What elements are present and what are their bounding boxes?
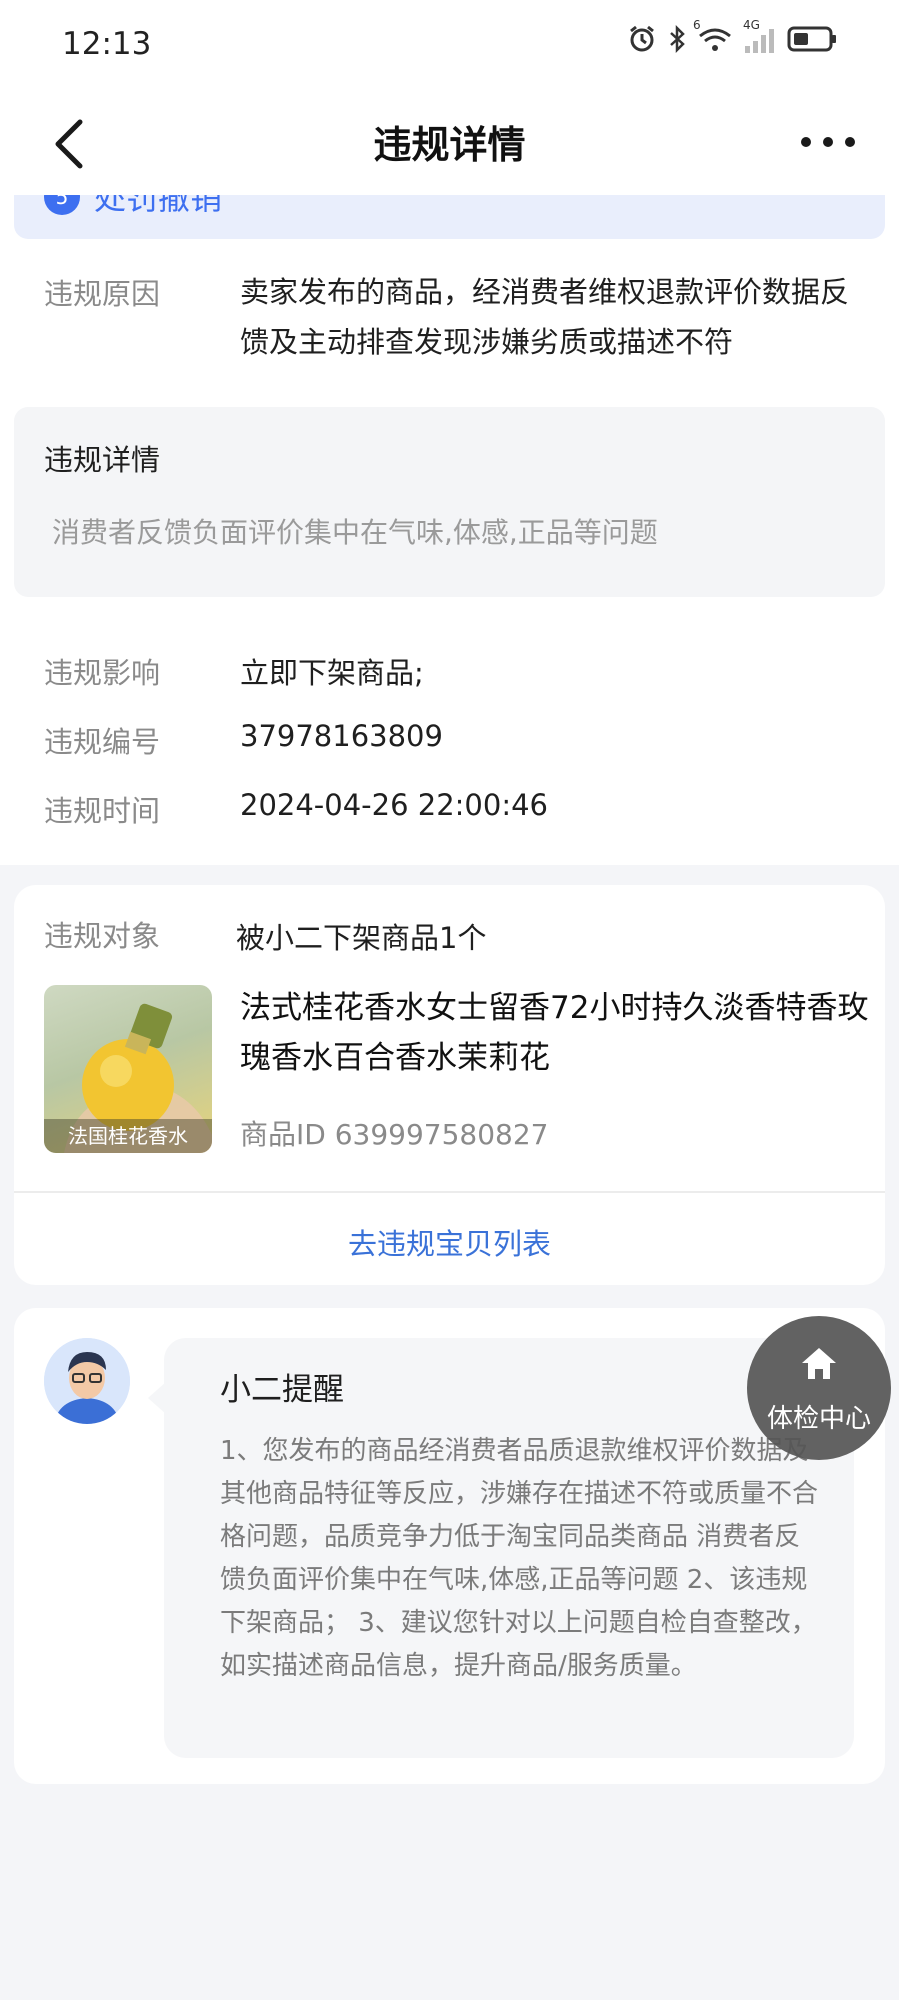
health-check-label: 体检中心 — [766, 1404, 871, 1434]
wifi-label: 6 — [693, 18, 701, 32]
more-button[interactable] — [793, 120, 863, 164]
nav-bar: 违规详情 — [0, 90, 899, 195]
reminder-title: 小二提醒 — [220, 1372, 344, 1408]
object-count: 被小二下架商品1个 — [236, 921, 487, 955]
product-id: 商品ID 639997580827 — [240, 1118, 549, 1151]
thumbnail-caption: 法国桂花香水 — [44, 1119, 212, 1153]
signal-icon: 4G — [743, 18, 777, 54]
status-bar: 12:13 6 4G — [0, 0, 899, 90]
network-label: 4G — [743, 18, 760, 32]
home-icon — [802, 1348, 836, 1379]
product-thumbnail[interactable]: 法国桂花香水 — [44, 985, 212, 1153]
assistant-avatar-icon — [44, 1338, 130, 1424]
violation-detail-box: 违规详情 消费者反馈负面评价集中在气味,体感,正品等问题 — [14, 407, 885, 597]
object-label: 违规对象 — [44, 919, 161, 953]
violation-id-label: 违规编号 — [44, 725, 161, 759]
status-icons: 6 4G — [627, 18, 837, 54]
reason-label: 违规原因 — [44, 277, 161, 311]
product-title[interactable]: 法式桂花香水女士留香72小时持久淡香特香玫瑰香水百合香水茉莉花 — [240, 983, 870, 1083]
status-time: 12:13 — [62, 26, 152, 62]
impact-label: 违规影响 — [44, 656, 161, 690]
step-icon: 5 — [44, 195, 80, 215]
violation-time-value: 2024-04-26 22:00:46 — [240, 788, 548, 822]
page-title: 违规详情 — [373, 123, 526, 167]
penalty-cancel-banner: 5 处罚撤销 — [14, 195, 885, 239]
bluetooth-icon — [670, 24, 685, 54]
reason-value: 卖家发布的商品，经消费者维权退款评价数据反馈及主动排查发现涉嫌劣质或描述不符 — [240, 275, 850, 359]
violation-object-card: 违规对象 被小二下架商品1个 法国桂花香水 法式桂花香水女士留香72小时持久淡香… — [14, 885, 885, 1285]
impact-value: 立即下架商品; — [240, 656, 424, 690]
health-check-center-button[interactable]: 体检中心 — [747, 1316, 891, 1460]
avatar — [44, 1338, 130, 1424]
reminder-text: 1、您发布的商品经消费者品质退款维权评价数据及其他商品特征等反应，涉嫌存在描述不… — [220, 1436, 819, 1681]
wifi-icon: 6 — [693, 18, 733, 54]
penalty-cancel-label: 处罚撤销 — [94, 195, 223, 217]
divider — [14, 1191, 885, 1193]
violation-id-value: 37978163809 — [240, 719, 443, 753]
alarm-icon — [630, 25, 654, 52]
detail-title: 违规详情 — [44, 443, 161, 477]
more-icon — [801, 137, 855, 147]
violation-time-label: 违规时间 — [44, 794, 161, 828]
battery-icon — [787, 26, 836, 52]
violation-info-card: 5 处罚撤销 违规原因 卖家发布的商品，经消费者维权退款评价数据反馈及主动排查发… — [0, 195, 899, 865]
detail-text: 消费者反馈负面评价集中在气味,体感,正品等问题 — [52, 516, 658, 549]
violation-list-link[interactable]: 去违规宝贝列表 — [14, 1221, 885, 1263]
